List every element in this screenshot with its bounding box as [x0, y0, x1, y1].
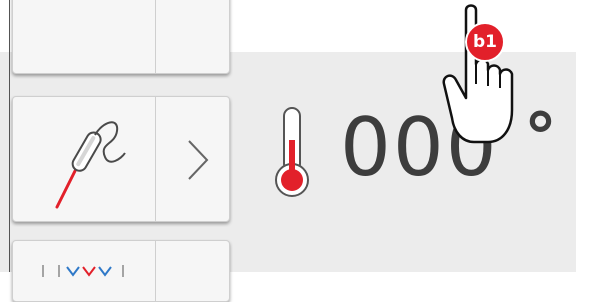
core-probe-icon	[55, 121, 126, 209]
core-probe-tile[interactable]	[12, 96, 230, 222]
tile-divider	[155, 97, 156, 221]
pointing-hand-icon	[442, 4, 514, 144]
left-border	[9, 0, 10, 272]
menu-tile-bottom[interactable]	[12, 240, 230, 302]
chevron-right-icon[interactable]	[181, 137, 213, 183]
tile-divider	[155, 241, 156, 301]
multipoint-probe-icon	[42, 265, 124, 277]
menu-tile-top[interactable]	[12, 0, 230, 74]
thermometer-icon	[275, 107, 309, 197]
hint-badge: b1	[473, 32, 497, 52]
tile-divider	[155, 0, 156, 73]
